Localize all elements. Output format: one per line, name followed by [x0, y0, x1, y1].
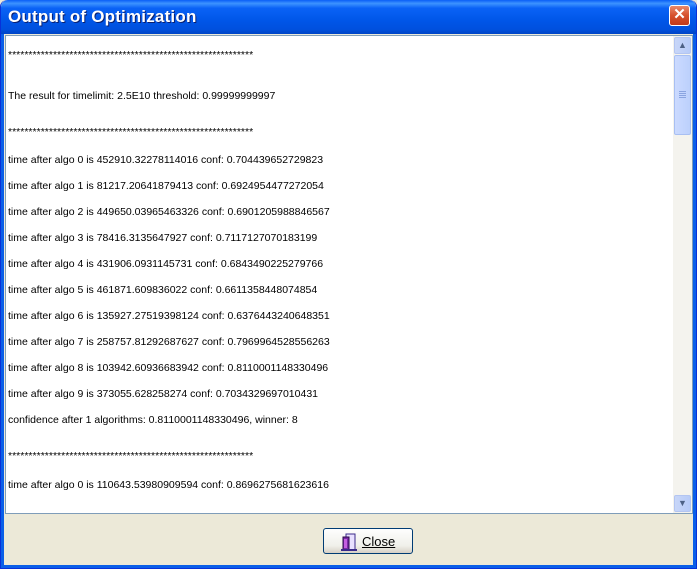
close-button-label: Close — [362, 534, 396, 549]
output-text-area[interactable]: ****************************************… — [5, 35, 693, 514]
title-bar[interactable]: Output of Optimization ✕ — [1, 0, 696, 34]
scroll-up-icon[interactable]: ▲ — [674, 37, 691, 54]
vertical-scrollbar[interactable]: ▲ ▼ — [673, 36, 692, 513]
output-line: ****************************************… — [8, 126, 254, 138]
grip-line — [679, 93, 686, 94]
output-line: time after algo 5 is 461871.609836022 co… — [8, 284, 318, 296]
output-line: time after algo 2 is 449650.03965463326 … — [8, 206, 330, 218]
output-line: time after algo 7 is 258757.81292687627 … — [8, 336, 330, 348]
scroll-down-icon[interactable]: ▼ — [674, 495, 691, 512]
grip-line — [679, 95, 686, 96]
output-lines: ****************************************… — [6, 36, 673, 513]
window-title: Output of Optimization — [8, 7, 197, 26]
output-line: The result for timelimit: 2.5E10 thresho… — [8, 90, 276, 102]
grip-line — [679, 97, 686, 98]
output-line: ****************************************… — [8, 49, 254, 61]
scroll-thumb[interactable] — [674, 55, 691, 135]
output-line: time after algo 6 is 135927.27519398124 … — [8, 310, 330, 322]
grip-line — [679, 91, 686, 92]
output-line: time after algo 3 is 78416.3135647927 co… — [8, 232, 318, 244]
output-line: time after algo 9 is 373055.628258274 co… — [8, 388, 319, 400]
door-exit-icon — [341, 533, 357, 551]
output-line: time after algo 0 is 110643.53980909594 … — [8, 479, 329, 491]
output-line: ****************************************… — [8, 450, 254, 462]
output-line: time after algo 1 is 81217.20641879413 c… — [8, 180, 324, 192]
window-border-left — [1, 34, 4, 568]
window-border-right — [693, 34, 696, 568]
close-button[interactable]: Close — [323, 528, 413, 554]
output-line: time after algo 8 is 103942.60936683942 … — [8, 362, 329, 374]
output-line: time after algo 0 is 452910.32278114016 … — [8, 154, 324, 166]
output-line: time after algo 4 is 431906.0931145731 c… — [8, 258, 324, 270]
window-close-icon[interactable]: ✕ — [669, 5, 690, 26]
output-line: confidence after 1 algorithms: 0.8110001… — [8, 414, 298, 426]
window-border-bottom — [1, 565, 696, 568]
optimization-output-window: Output of Optimization ✕ ***************… — [0, 0, 697, 569]
